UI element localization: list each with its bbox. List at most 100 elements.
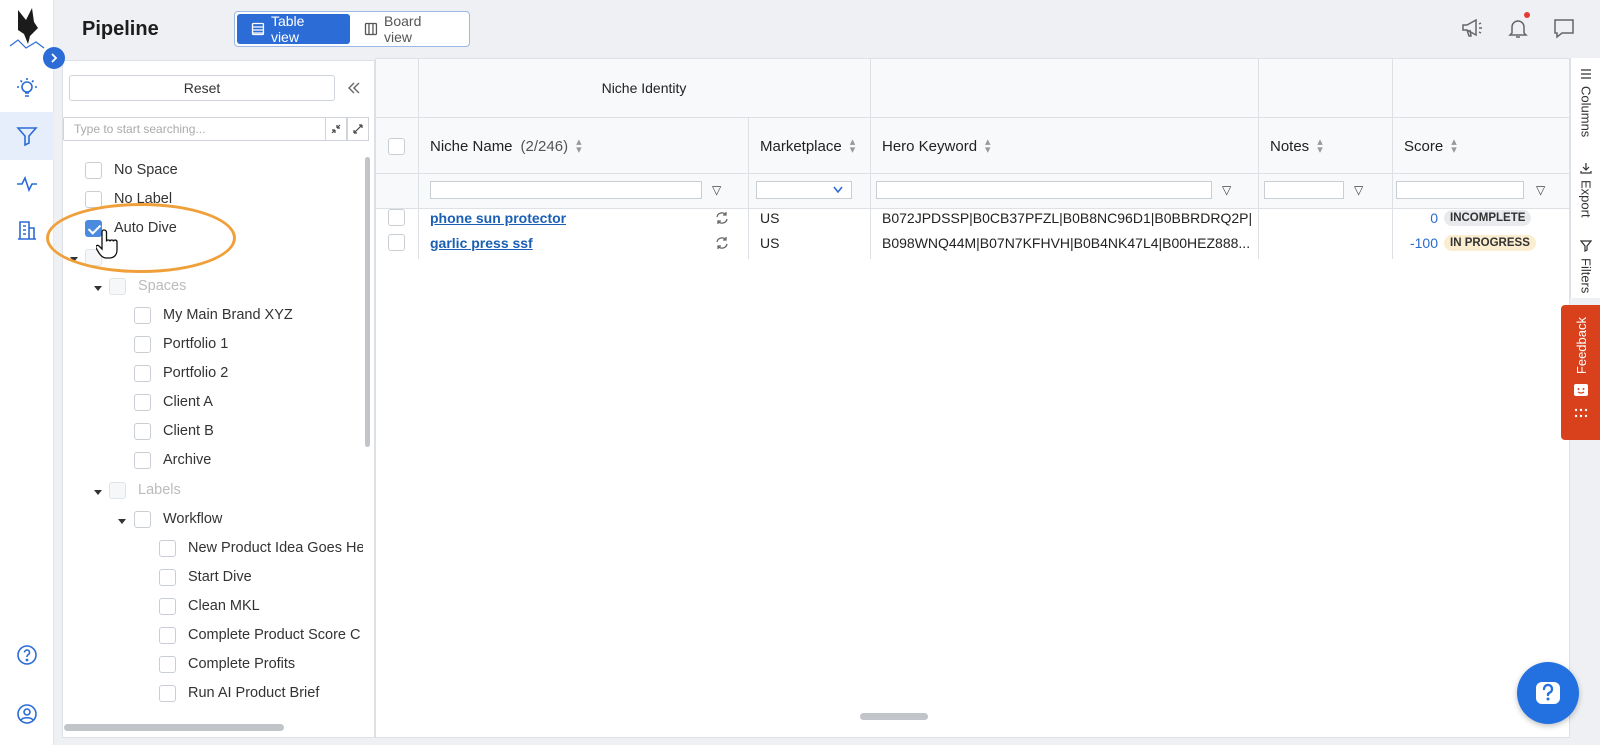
tree-item-label: Spaces	[138, 278, 187, 294]
tree-item-start-dive[interactable]: Start Dive	[159, 566, 252, 588]
activity-icon[interactable]	[0, 160, 54, 208]
niche-name-link[interactable]: garlic press ssf	[430, 230, 533, 255]
tree-item-client-a[interactable]: Client A	[134, 391, 213, 413]
expand-all-icon[interactable]	[347, 117, 369, 141]
sort-icon[interactable]: ▴ ▾	[985, 137, 991, 156]
tree-item-clean-mkl[interactable]: Clean MKL	[159, 595, 260, 617]
user-icon[interactable]	[0, 690, 54, 738]
notes-filter-input[interactable]	[1264, 181, 1344, 199]
tree-item-archive[interactable]: Archive	[134, 449, 211, 471]
refresh-icon[interactable]	[714, 205, 730, 230]
caret-down-icon[interactable]	[94, 490, 102, 495]
checkbox[interactable]	[85, 161, 102, 179]
checkbox[interactable]	[159, 684, 176, 702]
caret-down-icon[interactable]	[118, 519, 126, 524]
checkbox[interactable]	[134, 422, 151, 440]
tree-item-portfolio-2[interactable]: Portfolio 2	[134, 362, 228, 384]
tree-item-run-ai-product-brief[interactable]: Run AI Product Brief	[159, 682, 319, 704]
tree-item-portfolio-1[interactable]: Portfolio 1	[134, 333, 228, 355]
row-checkbox[interactable]	[388, 209, 405, 226]
chat-icon[interactable]	[1552, 16, 1576, 40]
collapse-all-icon[interactable]	[325, 117, 347, 141]
checkbox[interactable]	[159, 597, 176, 615]
table-row[interactable]: garlic press ssf US B098WNQ44M|B07N7KFHV…	[376, 230, 1569, 255]
columns-tab[interactable]: Columns	[1571, 68, 1600, 137]
tree-item-no-space[interactable]: No Space	[85, 159, 178, 181]
sort-icon[interactable]: ▴ ▾	[1317, 137, 1323, 156]
checkbox[interactable]	[159, 655, 176, 673]
tree-item-complete-profits[interactable]: Complete Profits	[159, 653, 295, 675]
grid-horizontal-scrollbar[interactable]	[860, 713, 928, 720]
filter-search-input[interactable]: Type to start searching...	[63, 117, 330, 141]
collapse-panel-icon[interactable]	[341, 75, 367, 101]
table-row[interactable]: phone sun protector US B072JPDSSP|B0CB37…	[376, 205, 1569, 230]
board-view-button[interactable]: Board view	[350, 13, 467, 45]
refresh-icon[interactable]	[714, 230, 730, 255]
checkbox[interactable]	[159, 539, 176, 557]
checkbox[interactable]	[109, 277, 126, 295]
tree-item-label: Complete Product Score C	[188, 627, 361, 643]
help-icon[interactable]	[0, 631, 54, 679]
hero-keyword-filter-input[interactable]	[876, 181, 1212, 199]
filter-icon[interactable]: ▽	[1222, 183, 1231, 197]
tree-item-workflow[interactable]: Workflow	[134, 508, 222, 530]
checkbox[interactable]	[134, 510, 151, 528]
column-header-hero-keyword[interactable]: Hero Keyword ▴ ▾	[870, 117, 1258, 175]
chevron-right-icon[interactable]	[43, 47, 65, 69]
filters-tab[interactable]: Filters	[1571, 240, 1600, 293]
tree-item-new-product-idea[interactable]: New Product Idea Goes He	[159, 537, 363, 559]
help-chat-icon	[1536, 682, 1560, 704]
tree-item-complete-product-score[interactable]: Complete Product Score C	[159, 624, 360, 646]
niche-name-link[interactable]: phone sun protector	[430, 205, 566, 230]
checkbox[interactable]	[109, 481, 126, 499]
filter-icon[interactable]: ▽	[1354, 183, 1363, 197]
select-all-checkbox[interactable]	[388, 137, 405, 155]
sort-icon[interactable]: ▴ ▾	[1451, 137, 1457, 156]
tree-item-spaces[interactable]: Spaces	[109, 275, 186, 297]
score-value: -100	[1409, 234, 1438, 251]
filter-icon[interactable]: ▽	[712, 183, 721, 197]
feedback-button[interactable]: Feedback	[1561, 305, 1600, 440]
tree-item-label: Client B	[163, 423, 214, 439]
niche-name-filter-input[interactable]	[430, 181, 702, 199]
reset-button[interactable]: Reset	[69, 75, 335, 101]
tree-item-client-b[interactable]: Client B	[134, 420, 214, 442]
checkbox[interactable]	[134, 451, 151, 469]
column-header-notes[interactable]: Notes ▴ ▾	[1258, 117, 1392, 175]
megaphone-icon[interactable]	[1460, 16, 1484, 40]
marketplace-filter-select[interactable]	[756, 181, 852, 199]
hand-cursor-icon	[96, 229, 118, 259]
export-tab[interactable]: Export	[1571, 162, 1600, 218]
checkbox[interactable]	[134, 364, 151, 382]
table-icon	[251, 22, 265, 36]
bell-icon[interactable]	[1506, 12, 1530, 40]
checkbox[interactable]	[159, 626, 176, 644]
checkbox[interactable]	[159, 568, 176, 586]
panel-horizontal-scrollbar[interactable]	[64, 724, 284, 731]
hero-keyword-cell: B098WNQ44M|B07N7KFHVH|B0B4NK47L4|B00HEZ8…	[882, 234, 1251, 251]
column-header-marketplace[interactable]: Marketplace ▴ ▾	[748, 117, 870, 175]
help-chat-button[interactable]	[1517, 662, 1579, 724]
column-header-score[interactable]: Score ▴ ▾	[1392, 117, 1569, 175]
checkbox[interactable]	[134, 335, 151, 353]
table-view-button[interactable]: Table view	[237, 13, 351, 45]
row-checkbox[interactable]	[388, 234, 405, 251]
checkbox[interactable]	[134, 306, 151, 324]
sort-icon[interactable]: ▴ ▾	[576, 137, 582, 156]
tree-item-labels[interactable]: Labels	[109, 479, 181, 501]
score-filter-input[interactable]	[1396, 181, 1524, 199]
building-icon[interactable]	[0, 206, 54, 254]
sort-icon[interactable]: ▴ ▾	[850, 137, 856, 156]
panel-vertical-scrollbar[interactable]	[365, 157, 370, 447]
column-header-niche-name[interactable]: Niche Name (2/246) ▴ ▾	[418, 117, 748, 175]
drag-handle-icon[interactable]	[1574, 408, 1588, 418]
lightbulb-icon[interactable]	[0, 64, 54, 112]
filter-icon[interactable]	[0, 112, 54, 160]
export-tab-label: Export	[1578, 180, 1594, 218]
caret-down-icon[interactable]	[94, 286, 102, 291]
checkbox[interactable]	[134, 393, 151, 411]
tree-item-my-main-brand[interactable]: My Main Brand XYZ	[134, 304, 293, 326]
tree-item-label: Clean MKL	[188, 598, 260, 614]
filter-icon[interactable]: ▽	[1536, 183, 1545, 197]
checkbox[interactable]	[85, 190, 102, 208]
